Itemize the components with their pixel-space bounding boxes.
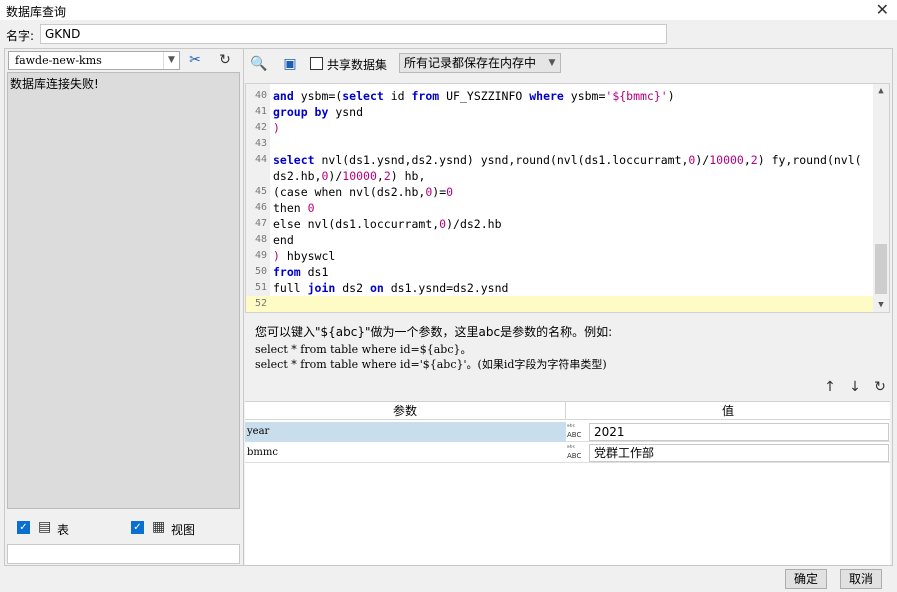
vertical-scrollbar[interactable]: ▲ ▼: [873, 84, 889, 312]
line-number: 45: [254, 186, 267, 197]
line-number: 51: [254, 282, 267, 293]
scroll-down-icon[interactable]: ▼: [873, 298, 889, 312]
preview-icon[interactable]: 🔍: [249, 54, 269, 74]
param-name: bmmc: [247, 447, 278, 458]
line-number: 42: [254, 122, 267, 133]
refresh-icon[interactable]: ↻: [215, 51, 235, 70]
line-number: 52: [254, 298, 267, 309]
param-value-input[interactable]: 党群工作部: [589, 444, 889, 462]
code-line[interactable]: 43: [246, 136, 874, 152]
cancel-button[interactable]: 取消: [840, 569, 882, 589]
code-text[interactable]: ) hbyswcl: [273, 248, 335, 264]
filter-input[interactable]: [7, 544, 240, 564]
chevron-down-icon[interactable]: ▼: [163, 52, 179, 69]
type-icon[interactable]: ᵃᵇᶜ ABC: [567, 444, 587, 462]
param-table-header: 参数 值: [245, 402, 890, 420]
code-text[interactable]: and ysbm=(select id from UF_YSZZINFO whe…: [273, 88, 675, 104]
hint-example-2: select * from table where id='${abc}'。(如…: [255, 358, 607, 371]
hint-text: 您可以键入"${abc}"做为一个参数，这里abc是参数的名称。例如:: [255, 325, 613, 339]
view-icon: ▦: [152, 519, 166, 535]
share-label: 共享数据集: [327, 58, 388, 72]
view-label: 视图: [171, 523, 196, 537]
tools-icon[interactable]: ✂: [185, 51, 205, 70]
code-line[interactable]: 45 (case when nvl(ds2.hb,0)=0: [246, 184, 874, 200]
window-title: 数据库查询: [6, 5, 67, 19]
line-number: 46: [254, 202, 267, 213]
code-line[interactable]: 49 ) hbyswcl: [246, 248, 874, 264]
line-number: 49: [254, 250, 267, 261]
connection-error: 数据库连接失败!: [10, 77, 99, 91]
scroll-up-icon[interactable]: ▲: [873, 84, 889, 98]
move-down-icon[interactable]: ↓: [846, 378, 864, 396]
table-checkbox[interactable]: ✓: [17, 521, 30, 534]
ok-button[interactable]: 确定: [785, 569, 827, 589]
value-column-header: 值: [721, 404, 734, 418]
line-number: 43: [254, 138, 267, 149]
sql-editor[interactable]: 40 and ysbm=(select id from UF_YSZZINFO w…: [245, 83, 890, 313]
connection-toolbar: fawde-new-kms ▼ ✂ ↻: [5, 49, 243, 72]
save-icon[interactable]: ▣: [280, 54, 300, 74]
query-toolbar: 🔍 ▣ 共享数据集 所有记录都保存在内存中 ▼: [244, 49, 893, 79]
refresh-params-icon[interactable]: ↻: [871, 378, 889, 396]
code-line[interactable]: 50 from ds1: [246, 264, 874, 280]
code-text[interactable]: from ds1: [273, 264, 328, 280]
share-checkbox[interactable]: [310, 57, 323, 70]
line-number: 41: [254, 106, 267, 117]
connection-panel: fawde-new-kms ▼ ✂ ↻ 数据库连接失败! ✓ ▤ 表 ✓ ▦ 视…: [4, 48, 244, 566]
connection-select[interactable]: fawde-new-kms ▼: [8, 51, 180, 70]
code-text[interactable]: end: [273, 232, 294, 248]
code-line[interactable]: 42): [246, 120, 874, 136]
code-line[interactable]: 51 full join ds2 on ds1.ysnd=ds2.ysnd: [246, 280, 874, 296]
line-number: 48: [254, 234, 267, 245]
code-line[interactable]: 47 else nvl(ds1.loccurramt,0)/ds2.hb: [246, 216, 874, 232]
connection-select-value: fawde-new-kms: [15, 54, 102, 67]
code-text[interactable]: ): [273, 120, 280, 136]
memory-mode-select[interactable]: 所有记录都保存在内存中 ▼: [399, 53, 561, 73]
table-row[interactable]: bmmc ᵃᵇᶜ ABC 党群工作部: [245, 443, 890, 463]
code-line[interactable]: 48 end: [246, 232, 874, 248]
code-line[interactable]: 41 group by ysnd: [246, 104, 874, 120]
chevron-down-icon[interactable]: ▼: [544, 54, 560, 72]
filter-checks: ✓ ▤ 表 ✓ ▦ 视图: [5, 519, 243, 539]
code-text[interactable]: full join ds2 on ds1.ysnd=ds2.ysnd: [273, 280, 508, 296]
name-input[interactable]: [40, 24, 667, 44]
code-text[interactable]: (case when nvl(ds2.hb,0)=0: [273, 184, 453, 200]
param-table: 参数 值 year ᵃᵇᶜ ABC 2021 bmmc ᵃᵇᶜ ABC 党群工作部: [245, 401, 890, 565]
line-number: 40: [254, 90, 267, 101]
code-line[interactable]: 52: [246, 296, 874, 312]
line-number: 47: [254, 218, 267, 229]
name-label: 名字:: [6, 29, 35, 43]
title-bar: 数据库查询 ✕: [0, 0, 897, 20]
param-name: year: [245, 422, 566, 442]
code-line[interactable]: 46 then 0: [246, 200, 874, 216]
code-text[interactable]: ds2.hb,0)/10000,2) hb,: [273, 168, 425, 184]
code-text[interactable]: else nvl(ds1.loccurramt,0)/ds2.hb: [273, 216, 502, 232]
close-icon[interactable]: ✕: [876, 1, 889, 19]
code-line[interactable]: 44 select nvl(ds1.ysnd,ds2.ysnd) ysnd,rou…: [246, 152, 874, 168]
table-label: 表: [57, 523, 70, 537]
param-value-input[interactable]: 2021: [589, 423, 889, 441]
move-up-icon[interactable]: ↑: [821, 378, 839, 396]
memory-mode-value: 所有记录都保存在内存中: [404, 56, 537, 70]
code-text[interactable]: then 0: [273, 200, 315, 216]
hint-example-1: select * from table where id=${abc}。: [255, 343, 472, 356]
table-icon: ▤: [38, 519, 52, 535]
line-number: 50: [254, 266, 267, 277]
code-line[interactable]: ds2.hb,0)/10000,2) hb,: [246, 168, 874, 184]
code-line[interactable]: 40 and ysbm=(select id from UF_YSZZINFO w…: [246, 88, 874, 104]
name-row: 名字:: [0, 20, 897, 48]
code-text[interactable]: select nvl(ds1.ysnd,ds2.ysnd) ysnd,round…: [273, 152, 862, 168]
view-checkbox[interactable]: ✓: [131, 521, 144, 534]
code-text[interactable]: group by ysnd: [273, 104, 363, 120]
param-column-header: 参数: [245, 402, 566, 420]
table-row[interactable]: year ᵃᵇᶜ ABC 2021: [245, 422, 890, 442]
line-number: 44: [254, 154, 267, 165]
query-panel: 🔍 ▣ 共享数据集 所有记录都保存在内存中 ▼ 40 and ysbm=(sele…: [244, 48, 893, 566]
type-icon[interactable]: ᵃᵇᶜ ABC: [567, 423, 587, 441]
scroll-thumb[interactable]: [875, 244, 887, 294]
table-list[interactable]: 数据库连接失败!: [7, 72, 240, 509]
